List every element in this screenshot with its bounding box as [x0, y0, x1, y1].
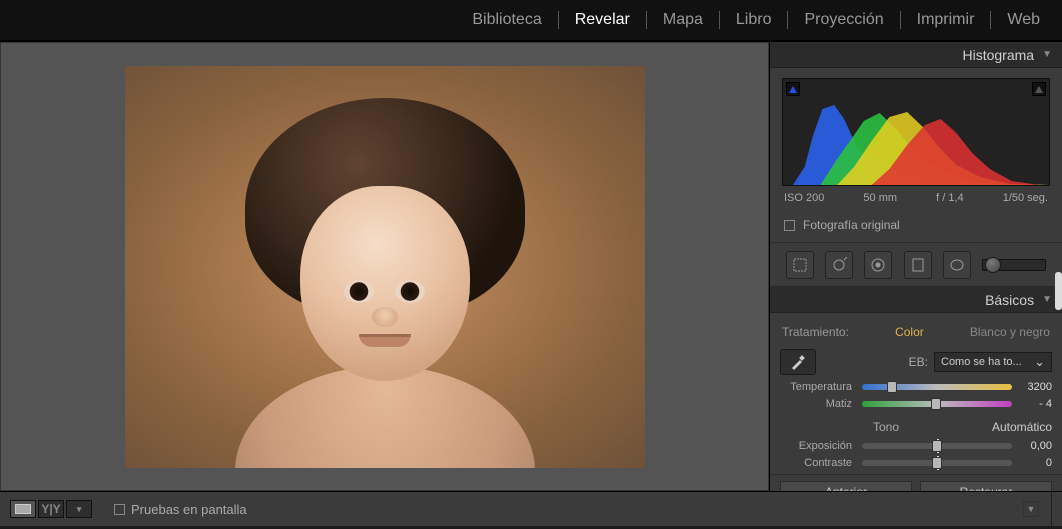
nav-proyeccion[interactable]: Proyección [800, 11, 887, 29]
contrast-slider[interactable] [862, 460, 1012, 466]
exif-shutter: 1/50 seg. [1003, 192, 1048, 204]
nav-mapa[interactable]: Mapa [659, 11, 707, 29]
nav-imprimir[interactable]: Imprimir [913, 11, 979, 29]
prev-restore-row: Anterior Restaurar [770, 474, 1062, 491]
white-balance-row: EB: Como se ha to... ⌄ [780, 349, 1052, 375]
footer-bar: Y|Y ▾ Pruebas en pantalla ▼ [0, 492, 1062, 526]
histogram-title: Histograma [963, 47, 1035, 63]
histogram-header[interactable]: Histograma ▼ [770, 42, 1062, 68]
crop-tool-icon[interactable] [786, 251, 814, 279]
nav-separator [646, 11, 647, 29]
tone-header: Tono Automático [780, 420, 1052, 434]
wb-value: Como se ha to... [941, 356, 1022, 368]
previous-button[interactable]: Anterior [780, 481, 912, 491]
exposure-value[interactable]: 0,00 [1016, 440, 1052, 452]
spot-removal-tool-icon[interactable] [825, 251, 853, 279]
nav-separator [787, 11, 788, 29]
loupe-view-icon[interactable] [10, 500, 36, 518]
radial-filter-tool-icon[interactable] [943, 251, 971, 279]
restore-button[interactable]: Restaurar [920, 481, 1052, 491]
before-after-yy-icon[interactable]: Y|Y [38, 500, 64, 518]
basics-title: Básicos [985, 292, 1034, 308]
footer-divider [1051, 492, 1052, 526]
highlight-clip-warning-icon[interactable] [1032, 82, 1046, 96]
temperature-value[interactable]: 3200 [1016, 381, 1052, 393]
tone-label: Tono [780, 420, 992, 434]
view-mode-group: Y|Y ▾ [10, 500, 92, 518]
treatment-label: Tratamiento: [782, 325, 849, 339]
brush-size-slider[interactable] [982, 259, 1046, 271]
treatment-color[interactable]: Color [895, 325, 924, 339]
graduated-filter-tool-icon[interactable] [904, 251, 932, 279]
exposure-slider-row: Exposición 0,00 [780, 440, 1052, 452]
develop-sidepanel: Histograma ▼ ISO 200 50 mm f / 1,4 1/50 … [769, 42, 1062, 491]
original-label: Fotografía original [803, 218, 900, 232]
tint-label: Matiz [780, 398, 858, 410]
soft-proofing-label: Pruebas en pantalla [131, 502, 247, 517]
nav-biblioteca[interactable]: Biblioteca [468, 11, 545, 29]
wb-dropdown[interactable]: Como se ha to... ⌄ [934, 352, 1052, 372]
basics-header[interactable]: Básicos ▼ [770, 287, 1062, 313]
nav-separator [900, 11, 901, 29]
redeye-tool-icon[interactable] [864, 251, 892, 279]
exposure-slider[interactable] [862, 443, 1012, 449]
histogram-display[interactable] [782, 78, 1050, 186]
temperature-slider-row: Temperatura 3200 [780, 381, 1052, 393]
nav-revelar[interactable]: Revelar [571, 11, 634, 29]
footer-menu-icon[interactable]: ▼ [1023, 501, 1039, 517]
nav-separator [719, 11, 720, 29]
temperature-slider[interactable] [862, 384, 1012, 390]
original-photo-row[interactable]: Fotografía original [770, 212, 1062, 243]
module-nav: Biblioteca Revelar Mapa Libro Proyección… [0, 0, 1062, 42]
auto-tone-button[interactable]: Automático [992, 420, 1052, 434]
contrast-value[interactable]: 0 [1016, 457, 1052, 469]
soft-proofing-checkbox[interactable] [114, 504, 125, 515]
exif-summary: ISO 200 50 mm f / 1,4 1/50 seg. [770, 192, 1062, 212]
exif-aperture: f / 1,4 [936, 192, 964, 204]
before-after-dropdown-icon[interactable]: ▾ [66, 500, 92, 518]
eyedropper-tool-icon[interactable] [780, 349, 816, 375]
chevron-down-icon: ⌄ [1034, 354, 1045, 370]
exif-focal: 50 mm [863, 192, 897, 204]
original-checkbox[interactable] [784, 220, 795, 231]
preview-photo [125, 66, 645, 468]
collapse-icon: ▼ [1042, 294, 1052, 305]
contrast-slider-row: Contraste 0 [780, 457, 1052, 469]
temperature-label: Temperatura [780, 381, 858, 393]
collapse-icon: ▼ [1042, 49, 1052, 60]
contrast-label: Contraste [780, 457, 858, 469]
local-tools-strip [770, 243, 1062, 287]
soft-proofing-row[interactable]: Pruebas en pantalla [114, 502, 247, 517]
scrollbar-thumb[interactable] [1055, 272, 1062, 310]
exposure-label: Exposición [780, 440, 858, 452]
nav-separator [558, 11, 559, 29]
treatment-bw[interactable]: Blanco y negro [970, 325, 1050, 339]
shadow-clip-warning-icon[interactable] [786, 82, 800, 96]
nav-web[interactable]: Web [1003, 11, 1044, 29]
tint-slider[interactable] [862, 401, 1012, 407]
histogram-curves [783, 97, 1049, 185]
nav-libro[interactable]: Libro [732, 11, 776, 29]
exif-iso: ISO 200 [784, 192, 824, 204]
nav-separator [990, 11, 991, 29]
tint-value[interactable]: - 4 [1016, 398, 1052, 410]
wb-label: EB: [909, 355, 928, 369]
photo-canvas[interactable] [0, 42, 769, 491]
treatment-row: Tratamiento: Color Blanco y negro [780, 321, 1052, 349]
tint-slider-row: Matiz - 4 [780, 398, 1052, 410]
